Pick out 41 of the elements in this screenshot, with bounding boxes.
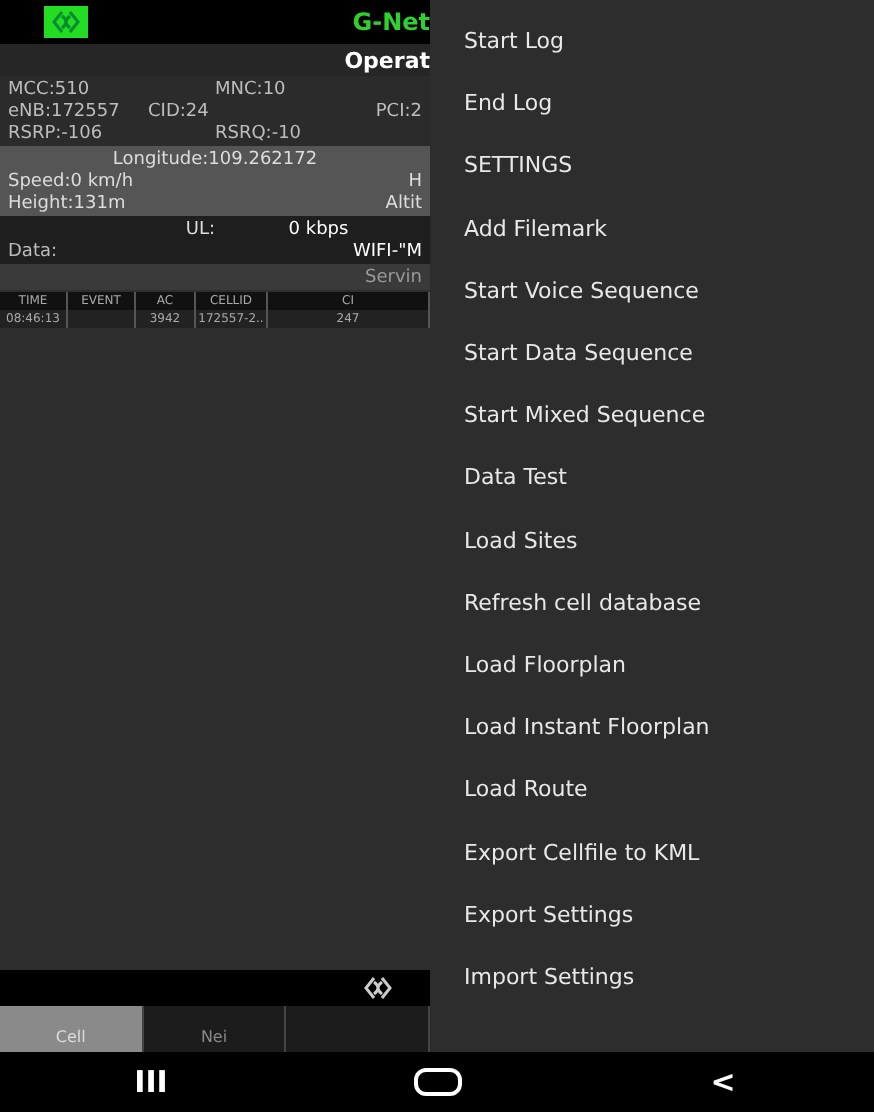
location-text: Speed:0 km/h	[8, 171, 134, 191]
operator-label: Operat	[344, 47, 430, 73]
app-title: G-Net	[352, 8, 430, 36]
location-text: Altit	[385, 193, 422, 213]
ul-value: 0 kbps	[288, 219, 349, 239]
info-text: MCC:510	[8, 79, 90, 99]
info-text: eNB:172557	[8, 101, 120, 121]
menu-item[interactable]: Load Floorplan	[430, 633, 874, 697]
info-text: MNC:10	[215, 79, 286, 99]
menu-item[interactable]: Load Sites	[430, 509, 874, 572]
data-label: Data:	[8, 241, 58, 261]
tab[interactable]: Nei	[143, 1006, 287, 1052]
menu-item[interactable]: Load Route	[430, 758, 874, 821]
home-button[interactable]	[413, 1068, 461, 1096]
table-cell	[68, 310, 136, 328]
menu-item[interactable]: End Log	[430, 72, 874, 135]
menu-item[interactable]: Refresh cell database	[430, 571, 874, 634]
logo-icon	[44, 6, 88, 38]
menu-item[interactable]: Load Instant Floorplan	[430, 696, 874, 759]
back-button[interactable]: <	[683, 1062, 763, 1102]
menu-item[interactable]: Add Filemark	[430, 197, 874, 260]
info-text: RSRP:-106	[8, 123, 103, 143]
recents-button[interactable]: III	[111, 1062, 191, 1102]
menu-item[interactable]: Export Cellfile to KML	[430, 820, 874, 884]
info-text: CID:24	[148, 101, 209, 121]
serving-label: Servin	[365, 267, 422, 287]
menu-item[interactable]: SETTINGS	[430, 134, 874, 198]
menu-item[interactable]: Start Voice Sequence	[430, 259, 874, 322]
ul-label: UL:	[185, 219, 215, 239]
location-text: Longitude:109.262172	[112, 149, 318, 169]
location-text: H	[408, 171, 422, 191]
menu-item[interactable]: Start Log	[430, 10, 874, 73]
menu-item[interactable]: Start Data Sequence	[430, 321, 874, 385]
info-text: PCI:2	[375, 101, 422, 121]
menu-item[interactable]: Export Settings	[430, 883, 874, 946]
menu-item[interactable]: Start Mixed Sequence	[430, 384, 874, 447]
menu-item[interactable]: Data Test	[430, 446, 874, 509]
data-value: WIFI-"M	[352, 241, 422, 261]
info-text: RSRQ:-10	[215, 123, 302, 143]
menu-item[interactable]: Import Settings	[430, 945, 874, 1008]
location-text: Height:131m	[8, 193, 126, 213]
